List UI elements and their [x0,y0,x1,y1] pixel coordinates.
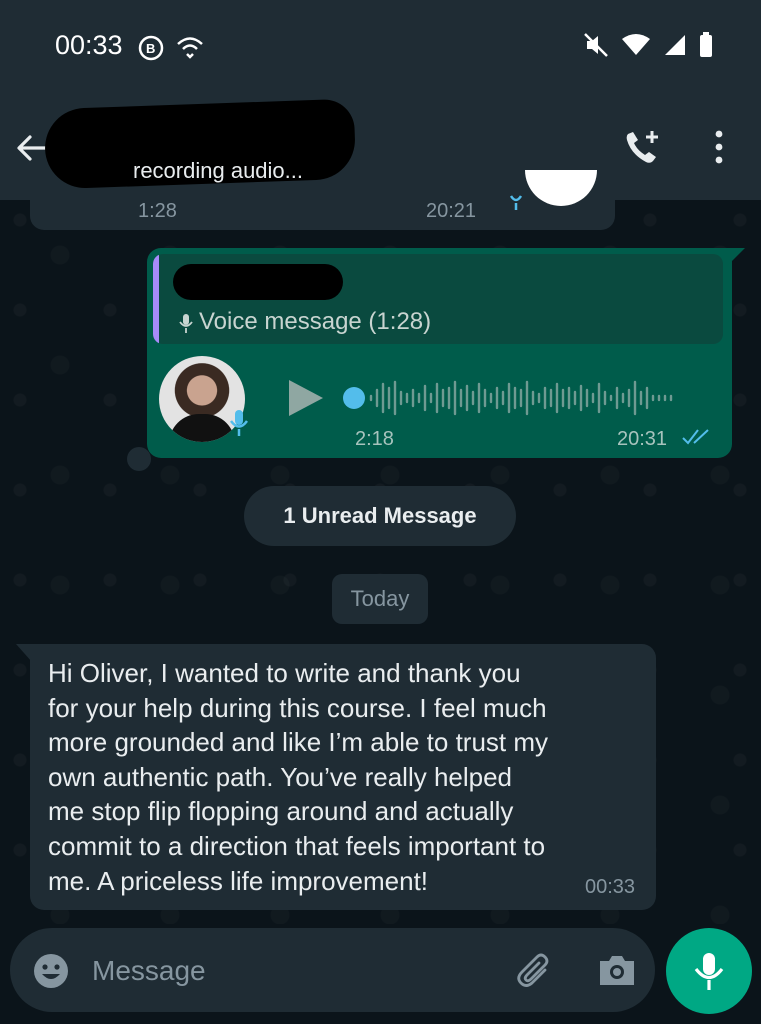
message-line: me stop flip flopping around and actuall… [48,796,514,827]
avatar-body-shape [169,414,235,442]
battery-icon [700,32,712,57]
mic-icon [509,195,523,210]
message-line: me. A priceless life improvement! [48,865,429,896]
emoji-icon[interactable] [32,952,70,990]
unread-divider: 1 Unread Message [244,486,516,546]
message-composer [10,928,655,1012]
mic-icon [179,314,193,333]
camera-icon[interactable] [597,952,637,988]
message-time: 00:33 [585,876,636,898]
mute-icon [584,33,608,57]
status-icons-right [583,32,713,58]
status-icons-left: B [137,34,205,62]
chat-header: recording audio... [0,96,761,200]
chat-status-text: recording audio... [133,158,303,183]
play-icon[interactable] [287,378,325,418]
status-bar: 00:33 B [0,0,761,96]
quote-label: Voice message (1:28) [199,308,432,335]
voice-duration: 2:18 [355,428,394,450]
outgoing-voice-message[interactable]: Voice message (1:28) 2:18 20:31 [147,248,732,458]
date-divider: Today [332,574,428,624]
double-check-icon [682,429,709,445]
message-line: Hi Oliver, I wanted to write and thank y… [48,658,521,688]
message-line: for your help during this course. I feel… [48,692,547,723]
add-call-icon[interactable] [622,128,662,168]
business-b-icon: B [138,35,164,61]
status-time: 00:33 [55,30,123,60]
bubble-tail [727,248,745,266]
quoted-message[interactable]: Voice message (1:28) [153,254,723,344]
message-line: more grounded and like I’m able to trust… [48,727,549,758]
incoming-message[interactable]: Hi Oliver, I wanted to write and thank y… [30,644,656,910]
chat-area[interactable]: 1:28 20:21 Voice message (1:28) 2:18 20:… [0,170,761,924]
message-line: own authentic path. You’ve really helped [48,761,513,792]
message-line: commit to a direction that feels importa… [48,830,546,861]
avatar [525,170,597,206]
voice-time: 20:31 [617,428,668,450]
message-input[interactable] [90,948,494,994]
message-text: Hi Oliver, I wanted to write and thank y… [48,656,638,898]
mic-icon [229,410,249,436]
previous-duration: 1:28 [138,200,177,222]
redacted-quote-author [173,264,343,300]
mic-icon [694,953,724,990]
more-vert-icon[interactable] [712,130,726,164]
hotspot-icon [177,37,203,59]
signal-icon [665,35,685,55]
waveform-scrubber[interactable] [343,387,365,409]
quote-accent-bar [153,254,159,344]
svg-text:B: B [146,41,155,56]
wifi-icon [622,34,650,55]
attach-icon[interactable] [515,950,555,990]
waveform[interactable] [367,376,707,420]
decorative-dot [127,447,151,471]
previous-voice-message[interactable]: 1:28 20:21 [30,170,615,230]
previous-time: 20:21 [426,200,477,222]
voice-record-button[interactable] [666,928,752,1014]
